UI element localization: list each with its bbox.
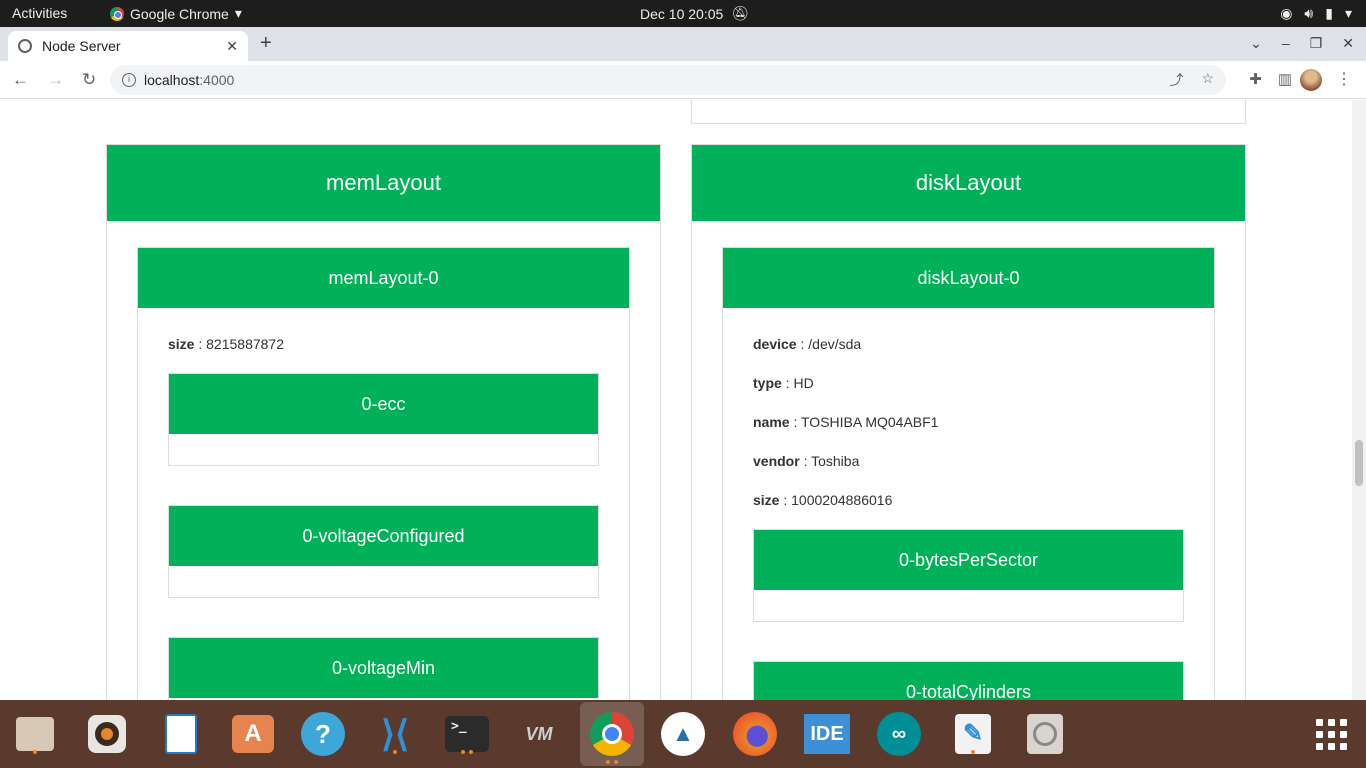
close-window-icon[interactable]: ✕ bbox=[1342, 35, 1354, 52]
field-key: vendor bbox=[753, 453, 800, 469]
tray-caret-icon: ▾ bbox=[1344, 5, 1352, 21]
disklayout-title: diskLayout bbox=[692, 145, 1245, 221]
firefox-icon[interactable] bbox=[732, 712, 778, 756]
files-icon[interactable] bbox=[12, 712, 58, 756]
system-tray[interactable]: ◉ 🔊︎ ▮ ▾ bbox=[1280, 5, 1352, 22]
terminal-icon[interactable]: >_ bbox=[444, 712, 490, 756]
app-menu-label: Google Chrome bbox=[130, 5, 229, 22]
scrollbar-thumb[interactable] bbox=[1355, 440, 1363, 486]
field-value: TOSHIBA MQ04ABF1 bbox=[801, 414, 939, 430]
field-key: device bbox=[753, 336, 797, 352]
app-center-icon[interactable]: A bbox=[230, 712, 276, 756]
field-type: type : HD bbox=[753, 375, 814, 391]
help-icon[interactable]: ? bbox=[300, 712, 346, 756]
field-device: device : /dev/sda bbox=[753, 336, 862, 352]
tab-search-icon[interactable]: ⌄ bbox=[1250, 35, 1262, 52]
disklayout-0-title: diskLayout-0 bbox=[723, 248, 1214, 308]
activities-button[interactable]: Activities bbox=[12, 5, 67, 21]
field-size: size : 1000204886016 bbox=[753, 492, 893, 508]
subcard-voltage-configured: 0-voltageConfigured bbox=[168, 505, 599, 598]
disklayout-0-card: diskLayout-0 device : /dev/sda type : HD… bbox=[722, 247, 1215, 700]
tab-strip: Node Server ✕ + ⌄ – ❐ ✕ bbox=[0, 27, 1366, 61]
ide-icon[interactable]: IDE bbox=[804, 712, 850, 756]
field-key: name bbox=[753, 414, 790, 430]
ide-icon-label: IDE bbox=[804, 714, 850, 754]
maximize-icon[interactable]: ❐ bbox=[1310, 35, 1323, 52]
toolbar-extensions: ✚ ▥ bbox=[1249, 70, 1292, 88]
field-value: Toshiba bbox=[811, 453, 860, 469]
field-name: name : TOSHIBA MQ04ABF1 bbox=[753, 414, 939, 430]
close-tab-icon[interactable]: ✕ bbox=[226, 38, 238, 55]
new-tab-button[interactable]: + bbox=[260, 32, 272, 55]
android-studio-icon[interactable]: ▲ bbox=[660, 712, 706, 756]
notifications-muted-icon: 🔕︎ bbox=[731, 5, 750, 21]
side-panel-icon[interactable]: ▥ bbox=[1278, 70, 1292, 88]
app-menu[interactable]: Google Chrome ▾ bbox=[110, 5, 242, 22]
subcard-ecc: 0-ecc bbox=[168, 373, 599, 466]
browser-toolbar: ← → ↻ i localhost:4000 ⤴ ☆ ✚ ▥ ⋮ bbox=[0, 61, 1366, 99]
libreoffice-writer-icon[interactable] bbox=[158, 712, 204, 756]
page-scrollbar[interactable] bbox=[1352, 100, 1366, 700]
memlayout-0-title: memLayout-0 bbox=[138, 248, 629, 308]
memlayout-card: memLayout memLayout-0 size : 8215887872 … bbox=[106, 144, 661, 700]
profile-avatar[interactable] bbox=[1300, 69, 1322, 91]
disklayout-card: diskLayout diskLayout-0 device : /dev/sd… bbox=[691, 144, 1246, 700]
window-controls: ⌄ – ❐ ✕ bbox=[1250, 35, 1354, 52]
extensions-icon[interactable]: ✚ bbox=[1249, 70, 1262, 88]
subcard-title: 0-bytesPerSector bbox=[754, 530, 1183, 590]
field-key: size bbox=[168, 336, 195, 352]
vm-icon[interactable]: VM bbox=[516, 712, 562, 756]
clock-label: Dec 10 20:05 bbox=[640, 5, 724, 22]
volume-icon: 🔊︎ bbox=[1304, 5, 1314, 21]
disks-icon[interactable] bbox=[1022, 712, 1068, 756]
back-icon[interactable]: ← bbox=[12, 70, 29, 90]
vscode-icon[interactable]: ⟩⟨ bbox=[372, 712, 418, 756]
system-top-bar: Activities Google Chrome ▾ Dec 10 20:05 … bbox=[0, 0, 1366, 27]
minimize-icon[interactable]: – bbox=[1282, 35, 1290, 52]
subcard-title: 0-voltageConfigured bbox=[169, 506, 598, 566]
url-host: localhost bbox=[144, 72, 200, 88]
memlayout-0-card: memLayout-0 size : 8215887872 0-ecc 0-vo… bbox=[137, 247, 630, 700]
dock: A ? ⟩⟨ >_ VM ▲ IDE ∞ ✎ bbox=[0, 700, 1366, 768]
show-applications-icon[interactable] bbox=[1308, 712, 1354, 756]
chrome-icon bbox=[110, 6, 124, 21]
caret-down-icon: ▾ bbox=[234, 5, 242, 21]
field-value: 1000204886016 bbox=[791, 492, 893, 508]
subcard-voltage-min: 0-voltageMin bbox=[168, 637, 599, 700]
battery-icon: ▮ bbox=[1325, 5, 1333, 21]
clock[interactable]: Dec 10 20:05 🔕︎ bbox=[640, 5, 749, 22]
chrome-icon[interactable] bbox=[580, 702, 644, 766]
subcard-title: 0-voltageMin bbox=[169, 638, 598, 698]
site-info-icon[interactable]: i bbox=[122, 73, 136, 87]
bookmark-star-icon[interactable]: ☆ bbox=[1201, 70, 1214, 90]
field-size: size : 8215887872 bbox=[168, 336, 285, 352]
memlayout-title: memLayout bbox=[107, 145, 660, 221]
subcard-bytes-per-sector: 0-bytesPerSector bbox=[753, 529, 1184, 622]
tab-node-server[interactable]: Node Server ✕ bbox=[8, 31, 248, 61]
rhythmbox-icon[interactable] bbox=[84, 712, 130, 756]
reload-icon[interactable]: ↻ bbox=[82, 70, 96, 90]
field-vendor: vendor : Toshiba bbox=[753, 453, 860, 469]
field-key: size bbox=[753, 492, 780, 508]
subcard-title: 0-totalCylinders bbox=[754, 662, 1183, 700]
share-icon[interactable]: ⤴ bbox=[1169, 70, 1183, 90]
field-value: 8215887872 bbox=[206, 336, 285, 352]
address-bar[interactable]: i localhost:4000 ⤴ ☆ bbox=[110, 65, 1226, 95]
menu-kebab-icon[interactable]: ⋮ bbox=[1336, 69, 1352, 89]
subcard-title: 0-ecc bbox=[169, 374, 598, 434]
text-editor-icon[interactable]: ✎ bbox=[950, 712, 996, 756]
subcard-total-cylinders: 0-totalCylinders bbox=[753, 661, 1184, 700]
previous-card-bottom bbox=[691, 100, 1246, 124]
arduino-icon[interactable]: ∞ bbox=[876, 712, 922, 756]
field-value: /dev/sda bbox=[808, 336, 862, 352]
nav-buttons: ← → ↻ bbox=[12, 70, 96, 90]
globe-icon bbox=[18, 39, 32, 53]
url-port: :4000 bbox=[199, 72, 235, 88]
wifi-icon: ◉ bbox=[1280, 5, 1293, 21]
field-key: type bbox=[753, 375, 782, 391]
field-value: HD bbox=[793, 375, 814, 391]
page-viewport: memLayout memLayout-0 size : 8215887872 … bbox=[0, 100, 1352, 700]
tab-title: Node Server bbox=[42, 38, 121, 54]
forward-icon[interactable]: → bbox=[47, 70, 64, 90]
